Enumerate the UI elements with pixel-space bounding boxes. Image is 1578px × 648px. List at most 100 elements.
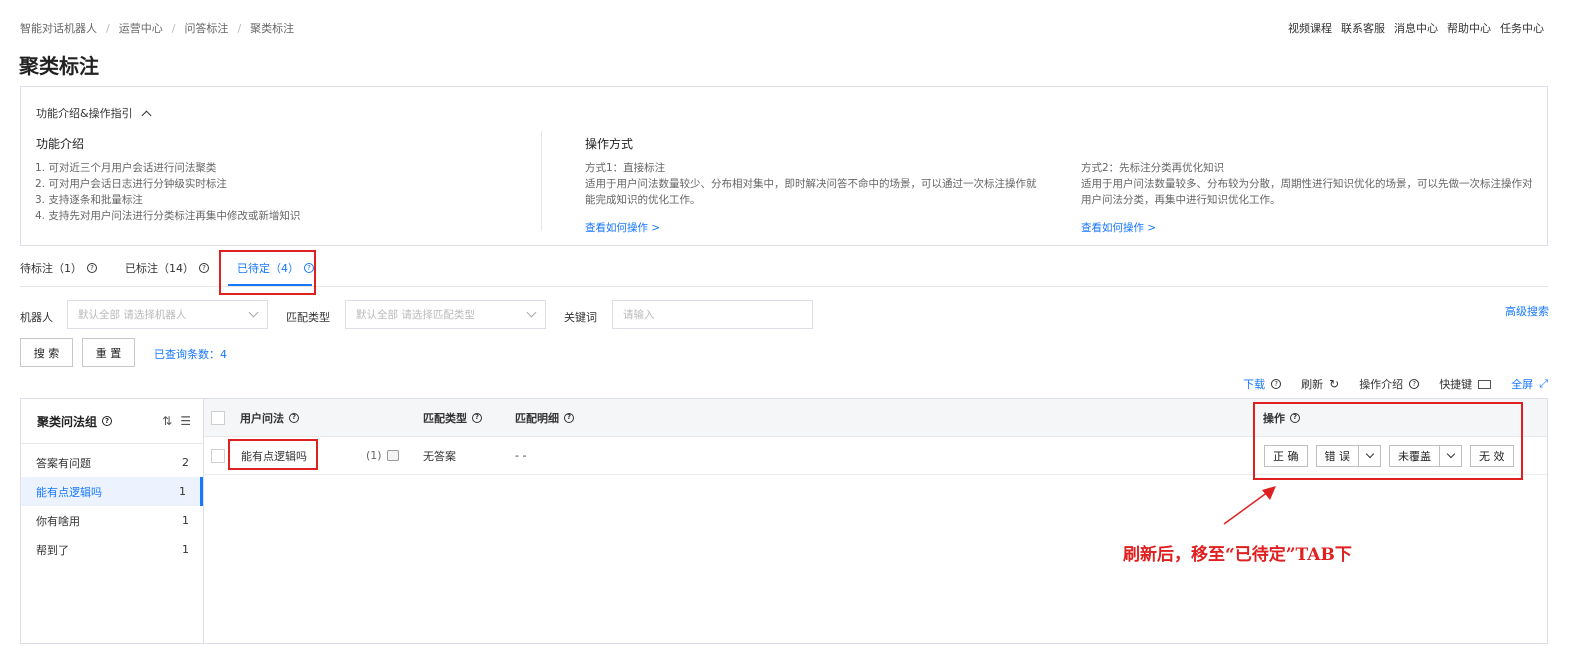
keyboard-icon <box>1478 379 1492 389</box>
keyword-input[interactable]: 请输入 <box>612 300 813 329</box>
refresh-button[interactable]: 刷新 ↻ <box>1301 376 1339 392</box>
row-match-detail: - - <box>515 449 527 462</box>
help-icon[interactable]: ? <box>564 412 574 423</box>
tab-pending[interactable]: 待标注（1） ? <box>20 260 97 276</box>
feature-item: 1. 可对近三个月用户会话进行问法聚类 <box>35 162 217 174</box>
cluster-group-title: 聚类问法组 ? <box>37 413 113 430</box>
link-message-center[interactable]: 消息中心 <box>1394 20 1438 36</box>
sort-icon[interactable]: ⇅ <box>162 414 172 428</box>
match-type-label: 匹配类型 <box>286 311 330 324</box>
help-icon[interactable]: ? <box>87 263 97 273</box>
header-checkbox-cell <box>211 399 225 436</box>
header-match-type-label: 匹配类型 <box>423 411 467 425</box>
breadcrumb-separator: / <box>106 21 110 35</box>
tab-labeled[interactable]: 已标注（14） ? <box>125 260 209 276</box>
tab-label: 待标注（1） <box>20 262 82 275</box>
link-contact-support[interactable]: 联系客服 <box>1341 20 1385 36</box>
row-match-type: 无答案 <box>423 449 456 463</box>
robot-select[interactable]: 默认全部 请选择机器人 <box>67 300 268 329</box>
method-1-link[interactable]: 查看如何操作 > <box>585 220 1045 236</box>
breadcrumb-item-qa[interactable]: 问答标注 <box>184 20 228 36</box>
search-button[interactable]: 搜 索 <box>20 338 73 367</box>
cluster-group-header: 聚类问法组 ? ⇅ ☰ <box>21 399 203 444</box>
group-item-count: 1 <box>179 485 186 498</box>
keyword-input-placeholder: 请输入 <box>623 309 655 321</box>
shortcut-button[interactable]: 快捷键 <box>1439 376 1492 392</box>
select-all-checkbox[interactable] <box>211 410 225 425</box>
group-item[interactable]: 帮到了 1 <box>21 535 203 564</box>
collapse-list-icon[interactable]: ☰ <box>180 414 191 428</box>
keyword-label: 关键词 <box>564 311 597 324</box>
chevron-up-icon <box>141 110 152 120</box>
help-icon[interactable]: ? <box>289 412 299 423</box>
guide-label: 操作介绍 <box>1359 378 1404 391</box>
group-item-selected[interactable]: 能有点逻辑吗 1 <box>21 477 203 506</box>
guide-button[interactable]: 操作介绍 ? <box>1359 376 1420 392</box>
intro-toggle-label: 功能介绍&操作指引 <box>36 107 133 120</box>
breadcrumb-separator: / <box>237 21 242 35</box>
feature-item: 4. 支持先对用户问法进行分类标注再集中修改或新增知识 <box>35 210 301 222</box>
ops-title: 操作方式 <box>585 137 634 151</box>
tab-label: 已标注（14） <box>125 262 194 275</box>
method-2-desc: 适用于用户问法数量较多、分布较为分散，周期性进行知识优化的场景，可以先做一次标注… <box>1081 178 1533 206</box>
group-item-label: 能有点逻辑吗 <box>36 485 102 499</box>
chevron-down-icon <box>526 307 537 318</box>
feature-item: 2. 可对用户会话日志进行分钟级实时标注 <box>35 178 227 190</box>
row-frequency-count: (1) <box>366 449 382 462</box>
refresh-icon: ↻ <box>1329 377 1340 391</box>
breadcrumb-separator: / <box>171 21 176 35</box>
help-icon[interactable]: ? <box>472 412 482 423</box>
result-count: 已查询条数：4 <box>154 348 227 361</box>
annotation-box-actions <box>1253 402 1523 480</box>
feature-list: 1. 可对近三个月用户会话进行问法聚类 2. 可对用户会话日志进行分钟级实时标注… <box>35 160 300 224</box>
advanced-search-link[interactable]: 高级搜索 <box>1505 303 1549 319</box>
group-item[interactable]: 答案有问题 2 <box>21 448 203 477</box>
annotation-arrow-head <box>1262 486 1276 500</box>
cluster-group-title-text: 聚类问法组 <box>37 414 98 429</box>
page-title: 聚类标注 <box>19 54 99 78</box>
table-toolbar: 下载 ? 刷新 ↻ 操作介绍 ? 快捷键 全屏 ⤢ <box>1243 376 1548 392</box>
download-label: 下载 <box>1243 378 1266 391</box>
link-task-center[interactable]: 任务中心 <box>1500 20 1544 36</box>
feature-title: 功能介绍 <box>36 137 85 151</box>
row-checkbox[interactable] <box>211 448 225 463</box>
breadcrumb-item-robot[interactable]: 智能对话机器人 <box>20 20 97 36</box>
group-item[interactable]: 你有啥用 1 <box>21 506 203 535</box>
help-icon[interactable]: ? <box>1409 379 1420 389</box>
divider <box>541 131 542 231</box>
match-type-select[interactable]: 默认全部 请选择匹配类型 <box>345 300 546 329</box>
fullscreen-button[interactable]: 全屏 ⤢ <box>1511 376 1548 392</box>
annotation-box-question <box>228 439 318 470</box>
match-type-select-placeholder: 默认全部 请选择匹配类型 <box>356 309 475 321</box>
header-question: 用户问法 ? <box>240 399 299 436</box>
group-item-label: 帮到了 <box>36 543 69 557</box>
header-match-type: 匹配类型 ? <box>423 399 482 436</box>
group-item-count: 2 <box>182 456 189 469</box>
intro-toggle[interactable]: 功能介绍&操作指引 <box>36 105 152 121</box>
breadcrumb: 智能对话机器人 / 运营中心 / 问答标注 / 聚类标注 <box>20 20 294 36</box>
row-checkbox-cell <box>211 437 225 474</box>
help-icon[interactable]: ? <box>1271 379 1282 389</box>
method-2-title: 方式2：先标注分类再优化知识 <box>1081 162 1225 174</box>
annotation-arrow-icon <box>1223 486 1276 525</box>
link-help-center[interactable]: 帮助中心 <box>1447 20 1491 36</box>
group-item-label: 答案有问题 <box>36 456 91 470</box>
shortcut-label: 快捷键 <box>1439 378 1473 391</box>
feature-item: 3. 支持逐条和批量标注 <box>35 194 143 206</box>
method-2: 方式2：先标注分类再优化知识 适用于用户问法数量较多、分布较为分散，周期性进行知… <box>1081 160 1541 236</box>
link-video-course[interactable]: 视频课程 <box>1288 20 1332 36</box>
intro-panel: 功能介绍&操作指引 功能介绍 1. 可对近三个月用户会话进行问法聚类 2. 可对… <box>20 86 1548 246</box>
session-icon[interactable] <box>386 450 399 461</box>
method-2-link[interactable]: 查看如何操作 > <box>1081 220 1541 236</box>
fullscreen-label: 全屏 <box>1511 378 1534 391</box>
row-frequency: (1) <box>366 437 399 474</box>
breadcrumb-item-ops[interactable]: 运营中心 <box>119 20 163 36</box>
help-icon[interactable]: ? <box>102 416 113 426</box>
download-button[interactable]: 下载 ? <box>1243 376 1282 392</box>
group-item-count: 1 <box>182 514 189 527</box>
group-item-label: 你有啥用 <box>36 514 80 528</box>
top-links: 视频课程 联系客服 消息中心 帮助中心 任务中心 <box>1288 20 1544 36</box>
reset-button[interactable]: 重 置 <box>82 338 135 367</box>
annotation-text: 刷新后，移至“已待定”TAB下 <box>1123 545 1352 565</box>
help-icon[interactable]: ? <box>199 263 209 273</box>
